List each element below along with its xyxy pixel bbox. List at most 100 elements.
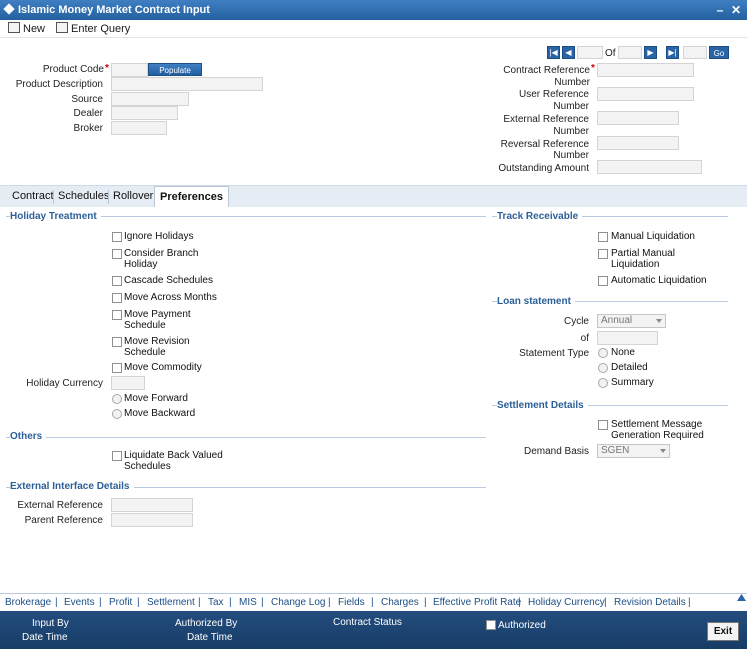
liquidate-back-valued-checkbox[interactable] [112,451,122,461]
others-section-line [6,437,486,438]
link-tax[interactable]: Tax [208,597,224,609]
new-button[interactable]: New [8,21,45,37]
current-record-field[interactable] [577,46,603,59]
product-description-label: Product Description [15,79,103,90]
populate-button[interactable]: Populate [148,63,202,76]
move-revision-label: Move Revision [124,336,190,347]
tab-contract[interactable]: Contract [7,186,59,207]
statement-type-label: Statement Type [519,348,589,359]
query-icon [56,22,68,33]
move-commodity-checkbox[interactable] [112,363,122,373]
tab-rollover[interactable]: Rollover [108,186,158,207]
product-description-field[interactable] [111,77,263,91]
link-effective-profit-rate[interactable]: Effective Profit Rate [433,597,521,609]
cycle-select[interactable]: Annual [597,314,666,328]
move-forward-label: Move Forward [124,393,188,404]
ext-external-reference-field[interactable] [111,498,193,512]
next-record-button[interactable]: ▶ [644,46,657,59]
outstanding-amount-field[interactable] [597,160,702,174]
cycle-value: Annual [601,315,633,326]
loan-statement-title: Loan statement [497,296,575,308]
move-across-months-checkbox[interactable] [112,293,122,303]
partial-manual-liquidation-checkbox[interactable] [598,249,608,259]
scroll-up-icon[interactable] [737,593,746,602]
contract-reference-field[interactable] [597,63,694,77]
dealer-field[interactable] [111,106,178,120]
last-record-button[interactable]: ▶| [666,46,679,59]
statement-none-radio[interactable] [598,348,608,358]
statement-summary-radio[interactable] [598,378,608,388]
close-button[interactable]: ✕ [729,0,743,20]
of-label: Of [605,48,616,59]
reversal-reference-label-2: Number [553,150,589,161]
statement-detailed-label: Detailed [611,362,648,373]
link-separator: | [261,597,264,608]
move-payment-schedule-checkbox[interactable] [112,310,122,320]
manual-liquidation-checkbox[interactable] [598,232,608,242]
link-separator: | [99,597,102,608]
ignore-holidays-checkbox[interactable] [112,232,122,242]
move-across-months-label: Move Across Months [124,292,217,303]
minimize-button[interactable]: – [713,0,727,20]
settlement-message-label-2: Generation Required [611,430,704,441]
link-charges[interactable]: Charges [381,597,419,609]
demand-basis-label: Demand Basis [523,446,589,457]
partial-manual-label-2: Liquidation [611,259,660,270]
link-profit[interactable]: Profit [109,597,132,609]
broker-label: Broker [73,123,103,134]
demand-basis-select[interactable]: SGEN [597,444,670,458]
enter-query-button[interactable]: Enter Query [56,21,130,37]
user-reference-field[interactable] [597,87,694,101]
link-events[interactable]: Events [64,597,95,609]
external-reference-field[interactable] [597,111,679,125]
go-button[interactable]: Go [709,46,729,59]
authorized-label: Authorized [498,620,546,631]
tab-schedules[interactable]: Schedules [53,186,114,207]
move-forward-radio[interactable] [112,394,122,404]
track-receivable-title: Track Receivable [497,211,583,223]
link-separator: | [55,597,58,608]
contract-reference-label: Contract Reference [503,65,590,76]
external-reference-label-2: Number [553,126,589,137]
new-label: New [23,23,46,35]
link-fields[interactable]: Fields [338,597,365,609]
source-label: Source [71,94,103,105]
link-mis[interactable]: MIS [239,597,257,609]
product-code-field[interactable] [111,63,148,77]
holiday-currency-field[interactable] [111,376,145,390]
automatic-liquidation-label: Automatic Liquidation [611,275,707,286]
goto-record-field[interactable] [683,46,707,59]
enter-query-label: Enter Query [71,23,131,35]
broker-field[interactable] [111,121,167,135]
ignore-holidays-label: Ignore Holidays [124,231,194,242]
external-reference-label: External Reference [503,114,589,125]
link-holiday-currency[interactable]: Holiday Currency [528,597,605,609]
cascade-schedules-label: Cascade Schedules [124,275,213,286]
link-change-log[interactable]: Change Log [271,597,326,609]
link-separator: | [328,597,331,608]
cycle-of-field[interactable] [597,331,658,345]
dealer-label: Dealer [73,108,103,119]
parent-reference-field[interactable] [111,513,193,527]
exit-button[interactable]: Exit [707,622,739,641]
user-reference-label-2: Number [553,101,589,112]
authorized-checkbox[interactable] [486,620,496,630]
previous-record-button[interactable]: ◀ [562,46,575,59]
tab-preferences[interactable]: Preferences [154,186,229,207]
statement-detailed-radio[interactable] [598,363,608,373]
authorized-by-label: Authorized By [175,618,238,629]
holiday-treatment-title: Holiday Treatment [10,211,101,223]
statement-summary-label: Summary [611,377,654,388]
link-settlement[interactable]: Settlement [147,597,195,609]
move-backward-radio[interactable] [112,409,122,419]
move-revision-schedule-checkbox[interactable] [112,337,122,347]
first-record-button[interactable]: |◀ [547,46,560,59]
consider-branch-holiday-checkbox[interactable] [112,249,122,259]
cascade-schedules-checkbox[interactable] [112,276,122,286]
settlement-message-checkbox[interactable] [598,420,608,430]
reversal-reference-field[interactable] [597,136,679,150]
link-brokerage[interactable]: Brokerage [5,597,51,609]
source-field[interactable] [111,92,189,106]
link-revision-details[interactable]: Revision Details [614,597,686,609]
automatic-liquidation-checkbox[interactable] [598,276,608,286]
